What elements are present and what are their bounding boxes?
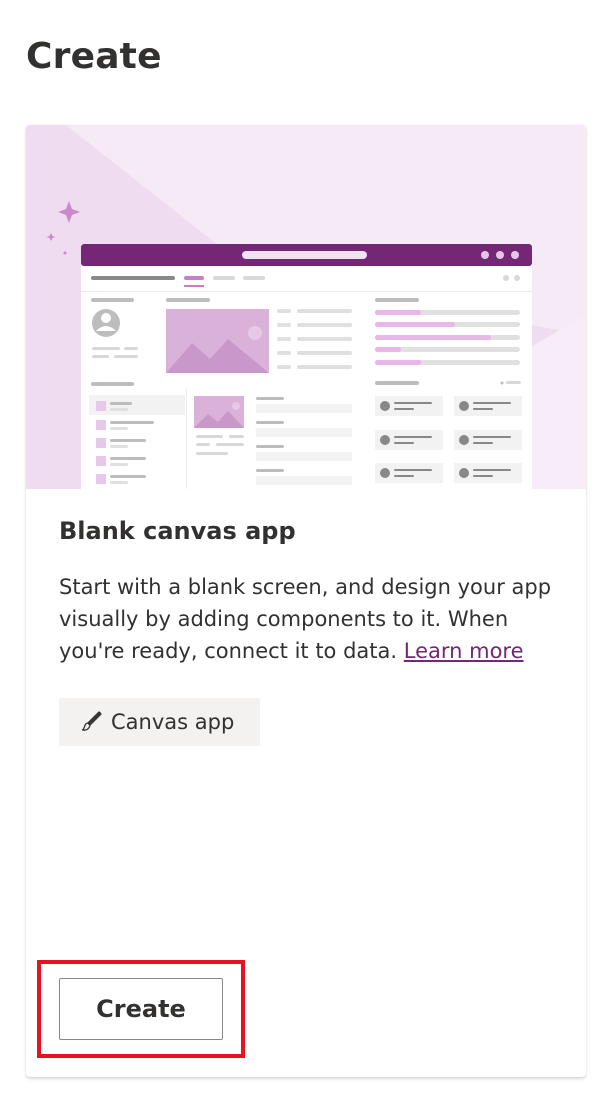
card-description: Start with a blank screen, and design yo… (59, 571, 559, 667)
learn-more-link[interactable]: Learn more (404, 639, 524, 663)
card-title: Blank canvas app (59, 517, 296, 545)
hero-illustration (26, 125, 586, 489)
create-button-highlight (37, 960, 245, 1058)
canvas-app-tag: Canvas app (59, 698, 260, 746)
blank-canvas-app-card: Blank canvas app Start with a blank scre… (26, 125, 586, 1077)
brush-icon (81, 711, 102, 731)
page-title: Create (26, 36, 162, 77)
canvas-app-tag-label: Canvas app (111, 710, 235, 734)
